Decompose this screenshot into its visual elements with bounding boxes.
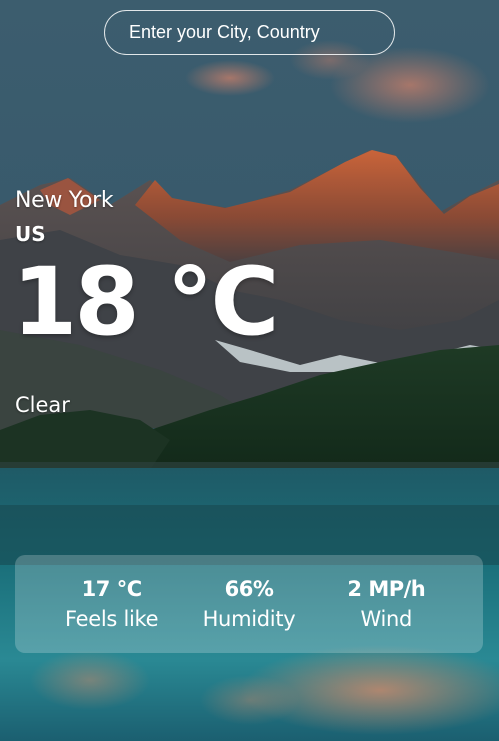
wind-stat: 2 MP/h Wind <box>326 577 446 631</box>
country-code: US <box>15 222 46 246</box>
humidity-stat: 66% Humidity <box>189 577 309 631</box>
wind-value: 2 MP/h <box>347 577 426 601</box>
feels-like-stat: 17 °C Feels like <box>52 577 172 631</box>
humidity-value: 66% <box>224 577 274 601</box>
city-name: New York <box>15 188 114 213</box>
humidity-label: Humidity <box>202 607 296 631</box>
weather-condition: Clear <box>15 393 70 417</box>
temperature: 18 °C <box>12 248 280 357</box>
feels-like-label: Feels like <box>65 607 159 631</box>
city-search-input[interactable] <box>104 10 395 55</box>
feels-like-value: 17 °C <box>81 577 142 601</box>
weather-stats-panel: 17 °C Feels like 66% Humidity 2 MP/h Win… <box>15 555 483 653</box>
wind-label: Wind <box>360 607 413 631</box>
